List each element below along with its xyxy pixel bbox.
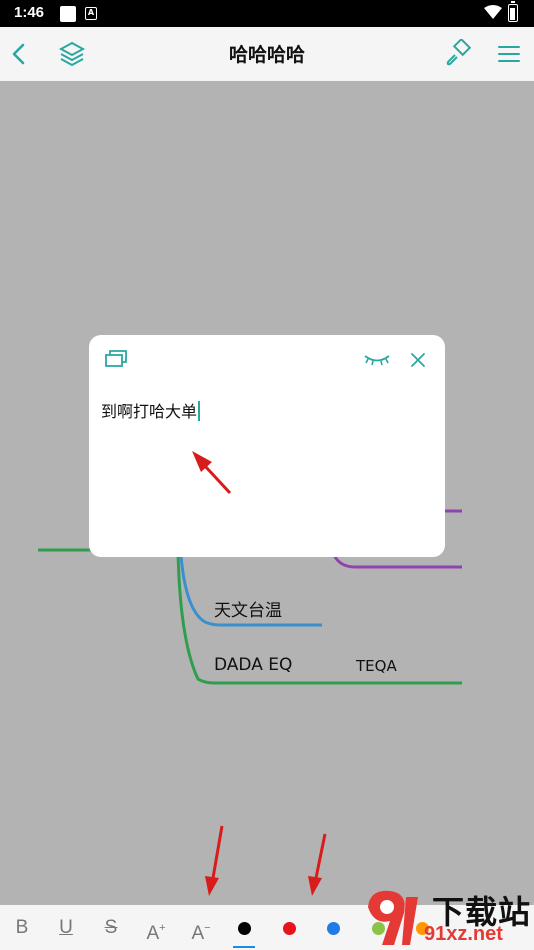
font-down-label: A — [191, 923, 205, 944]
note-dialog: 到啊打哈大单 — [89, 335, 445, 557]
wifi-icon — [484, 5, 502, 19]
mind-node[interactable]: TEQA — [356, 657, 397, 675]
mind-node[interactable]: 天文台温 — [214, 596, 282, 621]
note-text: 到啊打哈大单 — [101, 402, 198, 421]
watermark-url: 91xz.net — [424, 923, 503, 945]
app-bar: 哈哈哈哈 — [0, 27, 534, 81]
bold-button[interactable]: B — [8, 915, 36, 941]
strikethrough-button[interactable]: S — [97, 915, 125, 941]
color-swatch-blue[interactable] — [327, 922, 340, 935]
notification-square-icon — [60, 6, 76, 22]
font-size-decrease-button[interactable]: A− — [187, 915, 215, 944]
watermark: 下载站 91xz.net — [360, 885, 534, 950]
status-time: 1:46 — [14, 4, 45, 21]
status-bar: 1:46 A — [0, 0, 534, 27]
paint-brush-icon[interactable] — [443, 39, 473, 69]
mind-node[interactable]: DADA EQ — [214, 655, 292, 675]
font-down-sup: − — [204, 922, 211, 934]
text-caret — [198, 401, 200, 421]
font-up-sup: + — [159, 922, 166, 934]
notification-app-icon: A — [85, 7, 97, 20]
window-icon[interactable] — [105, 349, 127, 369]
close-icon[interactable] — [409, 351, 427, 369]
underline-button[interactable]: U — [52, 915, 80, 941]
menu-icon[interactable] — [494, 39, 524, 69]
selected-color-indicator — [233, 946, 255, 948]
font-size-increase-button[interactable]: A+ — [142, 915, 170, 944]
font-up-label: A — [146, 923, 160, 944]
eye-closed-icon[interactable] — [363, 353, 391, 367]
color-swatch-black[interactable] — [238, 922, 251, 935]
note-text-input[interactable]: 到啊打哈大单 — [101, 398, 200, 422]
color-swatch-red[interactable] — [283, 922, 296, 935]
brand-logo-icon — [368, 890, 418, 945]
battery-icon — [508, 1, 518, 22]
